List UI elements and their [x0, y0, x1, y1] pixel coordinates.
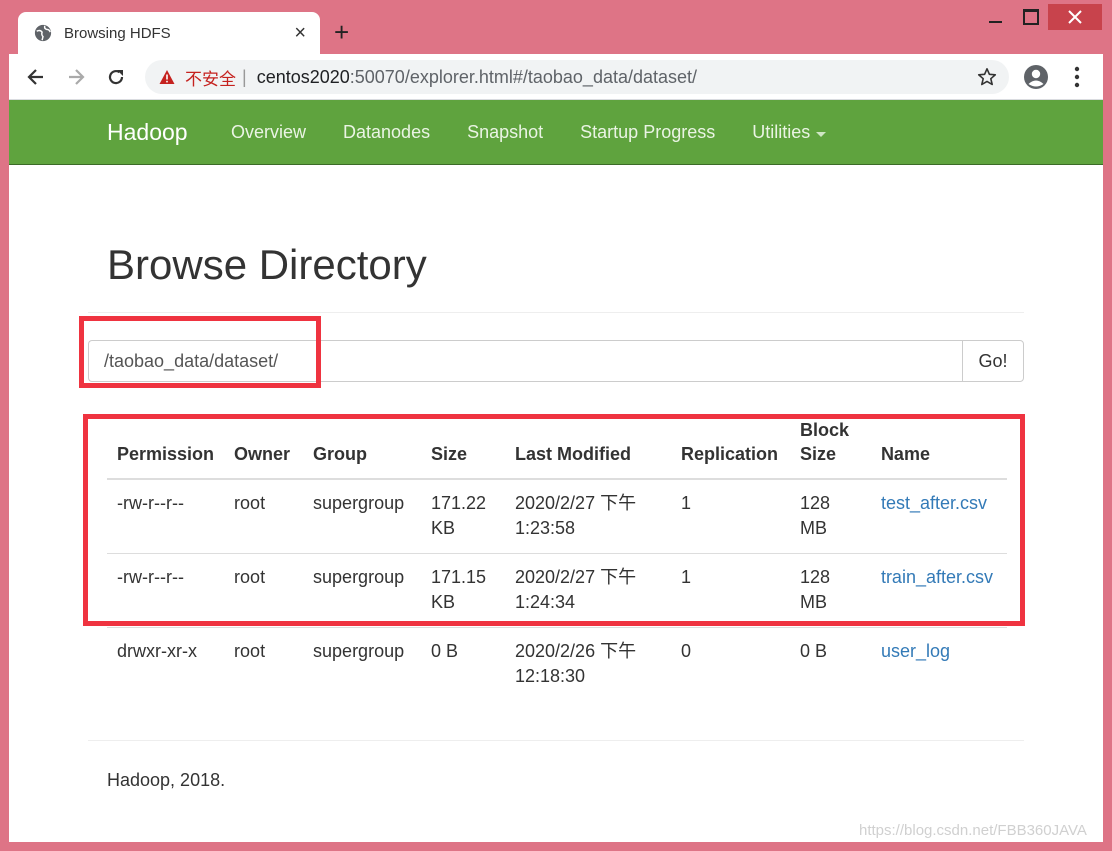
cell-name: train_after.csv: [870, 553, 1007, 628]
back-arrow-icon[interactable]: [23, 64, 49, 90]
col-name[interactable]: Name: [870, 418, 1007, 480]
footer-text: Hadoop, 2018.: [107, 770, 226, 790]
cell-last-modified: 2020/2/27 下午1:24:34: [505, 553, 671, 628]
cell-group: supergroup: [303, 553, 422, 628]
navbar-links: Overview Datanodes Snapshot Startup Prog…: [231, 122, 863, 143]
col-permission[interactable]: Permission: [107, 418, 225, 480]
cell-block-size: 128 MB: [789, 553, 871, 628]
cell-owner: root: [224, 479, 304, 554]
cell-block-size: 128 MB: [789, 479, 871, 554]
plus-icon[interactable]: +: [334, 18, 349, 46]
cell-group: supergroup: [313, 641, 405, 661]
col-group[interactable]: Group: [303, 418, 422, 480]
go-button[interactable]: Go!: [962, 340, 1024, 382]
table-row: drwxr-xr-x root supergroup 0 B 2020/2/26…: [107, 628, 1007, 702]
cell-last-modified: 2020/2/26 下午12:18:30: [515, 641, 637, 686]
nav-utilities-dropdown[interactable]: Utilities: [752, 122, 827, 143]
cell-replication: 0: [680, 641, 691, 661]
cell-size: 171.22 KB: [421, 479, 505, 554]
window-close-button[interactable]: [1048, 4, 1102, 30]
col-block-size[interactable]: Block Size: [789, 418, 871, 480]
browser-toolbar: 不安全 | centos2020:50070/explorer.html#/ta…: [9, 54, 1103, 100]
watermark: https://blog.csdn.net/FBB360JAVA: [859, 822, 1087, 839]
file-link[interactable]: train_after.csv: [881, 567, 993, 587]
close-icon: [1068, 10, 1082, 24]
title-divider: [88, 312, 1024, 313]
file-link[interactable]: test_after.csv: [881, 493, 987, 513]
nav-utilities-label: Utilities: [752, 122, 811, 142]
cell-last-modified: 2020/2/27 下午1:23:58: [505, 479, 671, 554]
warning-icon: [159, 70, 175, 84]
cell-permission: drwxr-xr-x: [117, 641, 197, 661]
cell-owner: root: [234, 641, 266, 661]
cell-size: 0 B: [431, 641, 459, 661]
cell-name: user_log: [871, 628, 1007, 702]
cell-name: test_after.csv: [870, 479, 1007, 554]
cell-owner: root: [224, 553, 304, 628]
page-title: Browse Directory: [107, 241, 427, 288]
cell-group: supergroup: [303, 479, 422, 554]
hadoop-navbar: Hadoop Overview Datanodes Snapshot Start…: [9, 100, 1103, 165]
minimize-button[interactable]: [980, 4, 1010, 30]
reload-icon[interactable]: [103, 64, 129, 90]
url-host: centos2020: [256, 66, 350, 87]
globe-icon: [34, 24, 52, 42]
col-size[interactable]: Size: [421, 418, 505, 480]
more-vert-icon[interactable]: [1067, 64, 1087, 90]
col-owner[interactable]: Owner: [224, 418, 304, 480]
directory-path-input[interactable]: [88, 340, 962, 382]
caret-down-icon: [816, 131, 827, 137]
directory-link[interactable]: user_log: [881, 641, 950, 661]
navbar-brand[interactable]: Hadoop: [107, 119, 188, 146]
tab-title: Browsing HDFS: [64, 24, 171, 42]
nav-datanodes[interactable]: Datanodes: [343, 122, 430, 143]
maximize-button[interactable]: [1016, 4, 1046, 30]
directory-table: Permission Owner Group Size Last Modifie…: [107, 418, 1007, 701]
address-bar[interactable]: 不安全 | centos2020:50070/explorer.html#/ta…: [145, 60, 1009, 94]
cell-block-size: 0 B: [799, 641, 827, 661]
table-row: -rw-r--r-- root supergroup 171.22 KB 202…: [107, 479, 1007, 554]
browser-window: Browsing HDFS × + 不安全 | centos2020:50070…: [0, 0, 1112, 851]
cell-replication: 1: [670, 553, 790, 628]
nav-snapshot[interactable]: Snapshot: [467, 122, 543, 143]
footer-divider: [88, 740, 1024, 741]
insecure-label[interactable]: 不安全: [185, 65, 236, 90]
page-viewport: Hadoop Overview Datanodes Snapshot Start…: [9, 100, 1103, 842]
col-last-modified[interactable]: Last Modified: [505, 418, 671, 480]
table-row: -rw-r--r-- root supergroup 171.15 KB 202…: [107, 553, 1007, 628]
account-icon[interactable]: [1023, 64, 1049, 90]
nav-overview[interactable]: Overview: [231, 122, 306, 143]
path-input-group: Go!: [88, 340, 1024, 382]
table-header-row: Permission Owner Group Size Last Modifie…: [107, 418, 1007, 480]
cell-replication: 1: [670, 479, 790, 554]
omnibox-divider: |: [242, 66, 247, 87]
star-icon[interactable]: [977, 67, 997, 87]
cell-permission: -rw-r--r--: [107, 553, 225, 628]
close-icon[interactable]: ×: [294, 23, 306, 43]
col-replication[interactable]: Replication: [670, 418, 790, 480]
cell-permission: -rw-r--r--: [107, 479, 225, 554]
forward-arrow-icon[interactable]: [63, 64, 89, 90]
url-path: :50070/explorer.html#/taobao_data/datase…: [349, 66, 698, 87]
nav-startup-progress[interactable]: Startup Progress: [580, 122, 715, 143]
browser-tab[interactable]: Browsing HDFS ×: [18, 12, 320, 54]
cell-size: 171.15 KB: [421, 553, 505, 628]
